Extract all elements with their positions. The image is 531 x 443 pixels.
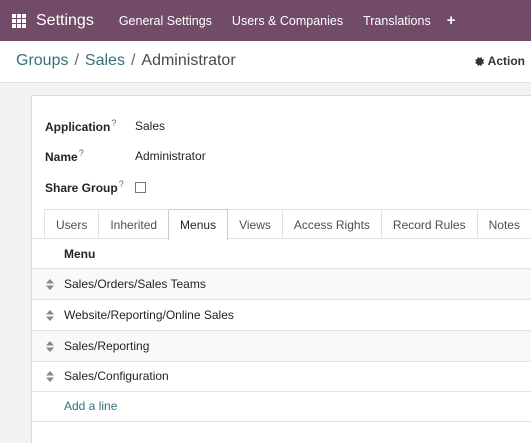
nav-menu: General Settings Users & Companies Trans… — [109, 14, 441, 28]
help-icon[interactable]: ? — [111, 118, 116, 128]
name-field: Name? Administrator — [45, 148, 206, 164]
breadcrumb-separator: / — [74, 52, 79, 69]
app-title[interactable]: Settings — [36, 12, 94, 30]
tab-views[interactable]: Views — [227, 209, 283, 239]
control-panel: Groups / Sales / Administrator Action — [0, 41, 531, 83]
table-row[interactable]: Sales/Orders/Sales Teams — [32, 269, 531, 300]
table-header: Menu — [32, 239, 531, 269]
breadcrumb-groups[interactable]: Groups — [16, 52, 68, 70]
tab-record-rules[interactable]: Record Rules — [380, 209, 478, 239]
share-group-label: Share Group? — [45, 179, 124, 195]
row-menu-name: Sales/Orders/Sales Teams — [64, 277, 206, 291]
breadcrumb-sales[interactable]: Sales — [85, 52, 125, 70]
row-menu-name: Sales/Reporting — [64, 339, 150, 353]
nav-item-general-settings[interactable]: General Settings — [109, 14, 222, 28]
nav-item-translations[interactable]: Translations — [353, 14, 441, 28]
drag-handle-icon[interactable] — [46, 371, 54, 382]
breadcrumb: Groups / Sales / Administrator — [16, 52, 236, 70]
breadcrumb-current: Administrator — [141, 52, 236, 69]
drag-handle-icon[interactable] — [46, 279, 54, 290]
action-label: Action — [487, 54, 525, 68]
tab-users[interactable]: Users — [44, 209, 100, 239]
name-value[interactable]: Administrator — [135, 149, 206, 163]
table-row[interactable]: Sales/Configuration — [32, 361, 531, 392]
tab-access-rights[interactable]: Access Rights — [281, 209, 382, 239]
application-label: Application? — [45, 118, 117, 134]
plus-icon[interactable]: + — [447, 12, 456, 29]
row-menu-name: Sales/Configuration — [64, 369, 169, 383]
application-field: Application? Sales — [45, 118, 165, 134]
form-sheet: Application? Sales Name? Administrator S… — [31, 95, 531, 443]
share-group-field: Share Group? — [45, 179, 146, 195]
notebook-tabs: Users Inherited Menus Views Access Right… — [44, 209, 531, 240]
table-row[interactable]: Sales/Reporting — [32, 331, 531, 362]
drag-handle-icon[interactable] — [46, 310, 54, 321]
gear-icon — [474, 56, 484, 66]
help-icon[interactable]: ? — [119, 179, 124, 189]
drag-handle-icon[interactable] — [46, 341, 54, 352]
tab-menus[interactable]: Menus — [168, 209, 229, 240]
column-header-menu[interactable]: Menu — [64, 247, 95, 261]
name-label: Name? — [45, 148, 84, 164]
row-menu-name: Website/Reporting/Online Sales — [64, 308, 234, 322]
application-value[interactable]: Sales — [135, 119, 165, 133]
breadcrumb-separator: / — [130, 52, 136, 69]
table-row[interactable]: Website/Reporting/Online Sales — [32, 300, 531, 331]
share-group-checkbox[interactable] — [135, 181, 146, 193]
help-icon[interactable]: ? — [79, 148, 84, 158]
nav-item-users-companies[interactable]: Users & Companies — [222, 14, 353, 28]
tab-inherited[interactable]: Inherited — [98, 209, 170, 239]
add-line-link[interactable]: Add a line — [64, 399, 117, 413]
apps-menu-icon[interactable] — [12, 13, 26, 28]
tab-notes[interactable]: Notes — [476, 209, 531, 239]
action-button[interactable]: Action — [474, 54, 525, 68]
top-navbar: Settings General Settings Users & Compan… — [0, 0, 531, 41]
